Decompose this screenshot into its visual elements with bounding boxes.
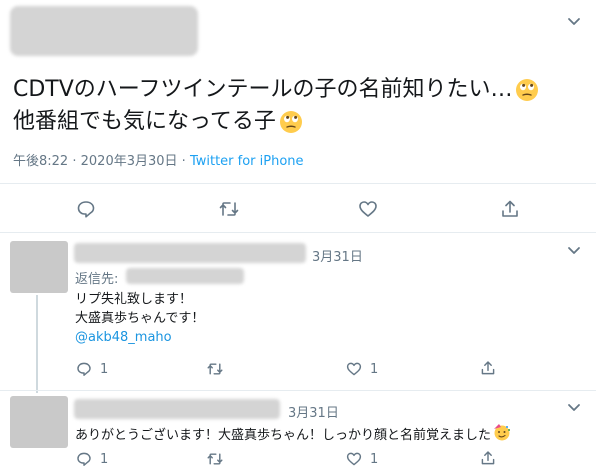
- tweet-time[interactable]: 午後8:22: [13, 154, 68, 169]
- retweet-button[interactable]: [206, 451, 224, 467]
- replying-to-label: 返信先:: [75, 272, 119, 287]
- reply-button[interactable]: 1: [76, 451, 108, 467]
- mention-link[interactable]: @akb48_maho: [75, 328, 204, 347]
- redacted-user-name: [10, 6, 198, 56]
- divider: [0, 232, 596, 233]
- heart-icon: [358, 199, 378, 219]
- retweet-icon: [218, 199, 240, 219]
- reply-text-line: 大盛真歩ちゃんです！: [75, 311, 205, 326]
- share-button[interactable]: [480, 360, 496, 376]
- retweet-icon: [206, 361, 224, 377]
- share-icon: [480, 450, 496, 466]
- reply-button[interactable]: [76, 199, 96, 219]
- retweet-button[interactable]: [218, 199, 240, 219]
- share-button[interactable]: [500, 199, 520, 219]
- reply-date[interactable]: 3月31日: [288, 402, 339, 421]
- tweet-text-line-2: 他番組でも気になってる子: [13, 109, 276, 134]
- reply-icon: [76, 361, 92, 377]
- reply-count: 1: [100, 361, 109, 377]
- retweet-icon: [206, 451, 224, 467]
- heart-icon: [346, 451, 362, 467]
- retweet-button[interactable]: [206, 361, 224, 377]
- reply-text-line: リプ失礼致します！: [75, 292, 193, 307]
- redacted-user-name[interactable]: [74, 243, 306, 263]
- like-count: 1: [370, 451, 379, 467]
- chevron-down-icon[interactable]: [566, 16, 582, 28]
- divider: [0, 183, 596, 184]
- reply-button[interactable]: 1: [76, 361, 108, 377]
- reply-date[interactable]: 3月31日: [312, 246, 363, 265]
- tweet-metadata: 午後8:22 · 2020年3月30日 · Twitter for iPhone: [13, 150, 304, 169]
- like-count: 1: [370, 361, 379, 377]
- redacted-user-name[interactable]: [74, 399, 280, 419]
- tweet-text-line-1: CDTVのハーフツインテールの子の名前知りたい…: [13, 77, 513, 102]
- share-icon: [480, 360, 496, 376]
- tweet-source-link[interactable]: Twitter for iPhone: [190, 154, 304, 169]
- like-button[interactable]: 1: [346, 361, 378, 377]
- avatar[interactable]: [10, 241, 68, 293]
- chevron-down-icon[interactable]: [566, 245, 582, 257]
- like-button[interactable]: [358, 199, 378, 219]
- like-button[interactable]: 1: [346, 451, 378, 467]
- partying-face-icon: [493, 423, 511, 447]
- chevron-down-icon[interactable]: [566, 402, 582, 414]
- divider: [0, 390, 596, 391]
- meta-separator: ·: [181, 154, 186, 169]
- share-button[interactable]: [480, 450, 496, 466]
- avatar[interactable]: [10, 396, 68, 448]
- thread-connector-line: [36, 295, 38, 393]
- reply-text: ありがとうございます！大盛真歩ちゃん！しっかり顔と名前覚えました: [75, 423, 511, 447]
- redacted-reply-target[interactable]: [126, 268, 244, 284]
- tweet-text: CDTVのハーフツインテールの子の名前知りたい… 他番組でも気になってる子: [13, 74, 583, 138]
- face-with-rolling-eyes-icon: [279, 110, 303, 134]
- reply-icon: [76, 451, 92, 467]
- face-with-rolling-eyes-icon: [515, 78, 539, 102]
- heart-icon: [346, 361, 362, 377]
- reply-count: 1: [100, 451, 109, 467]
- tweet-date[interactable]: 2020年3月30日: [81, 154, 178, 169]
- meta-separator: ·: [72, 154, 77, 169]
- reply-icon: [76, 199, 96, 219]
- reply-text: リプ失礼致します！ 大盛真歩ちゃんです！ @akb48_maho: [75, 290, 204, 347]
- reply-text-line: ありがとうございます！大盛真歩ちゃん！しっかり顔と名前覚えました: [75, 427, 492, 443]
- share-icon: [500, 199, 520, 219]
